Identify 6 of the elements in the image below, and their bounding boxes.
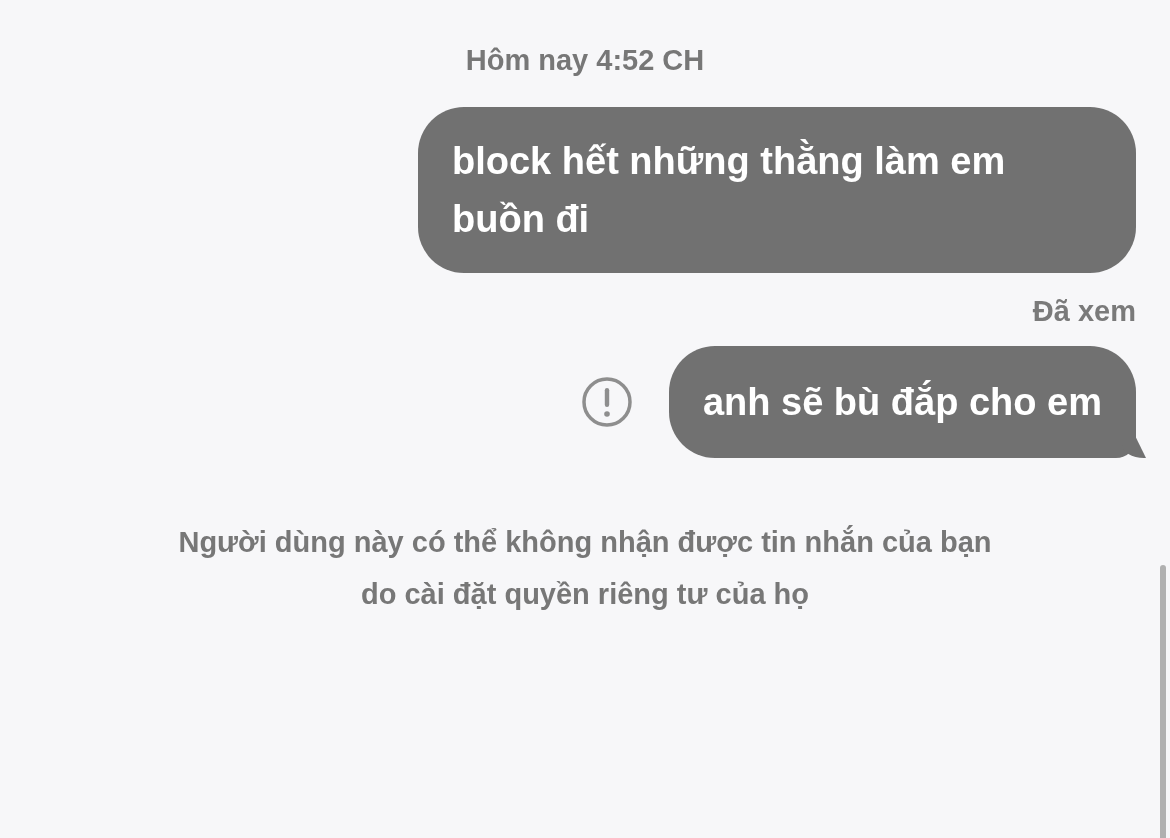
scrollbar[interactable] (1160, 565, 1166, 838)
timestamp: Hôm nay 4:52 CH (465, 44, 705, 77)
error-icon[interactable] (580, 376, 633, 428)
privacy-notice: Người dùng này có thể không nhận được tin nhắn của bạn do cài đặt quyền riêng tư của họ (177, 524, 993, 612)
seen-receipt: Đã xem (1032, 295, 1136, 328)
message-bubble[interactable]: block hết những thằng làm em buồn đi (418, 107, 1136, 273)
